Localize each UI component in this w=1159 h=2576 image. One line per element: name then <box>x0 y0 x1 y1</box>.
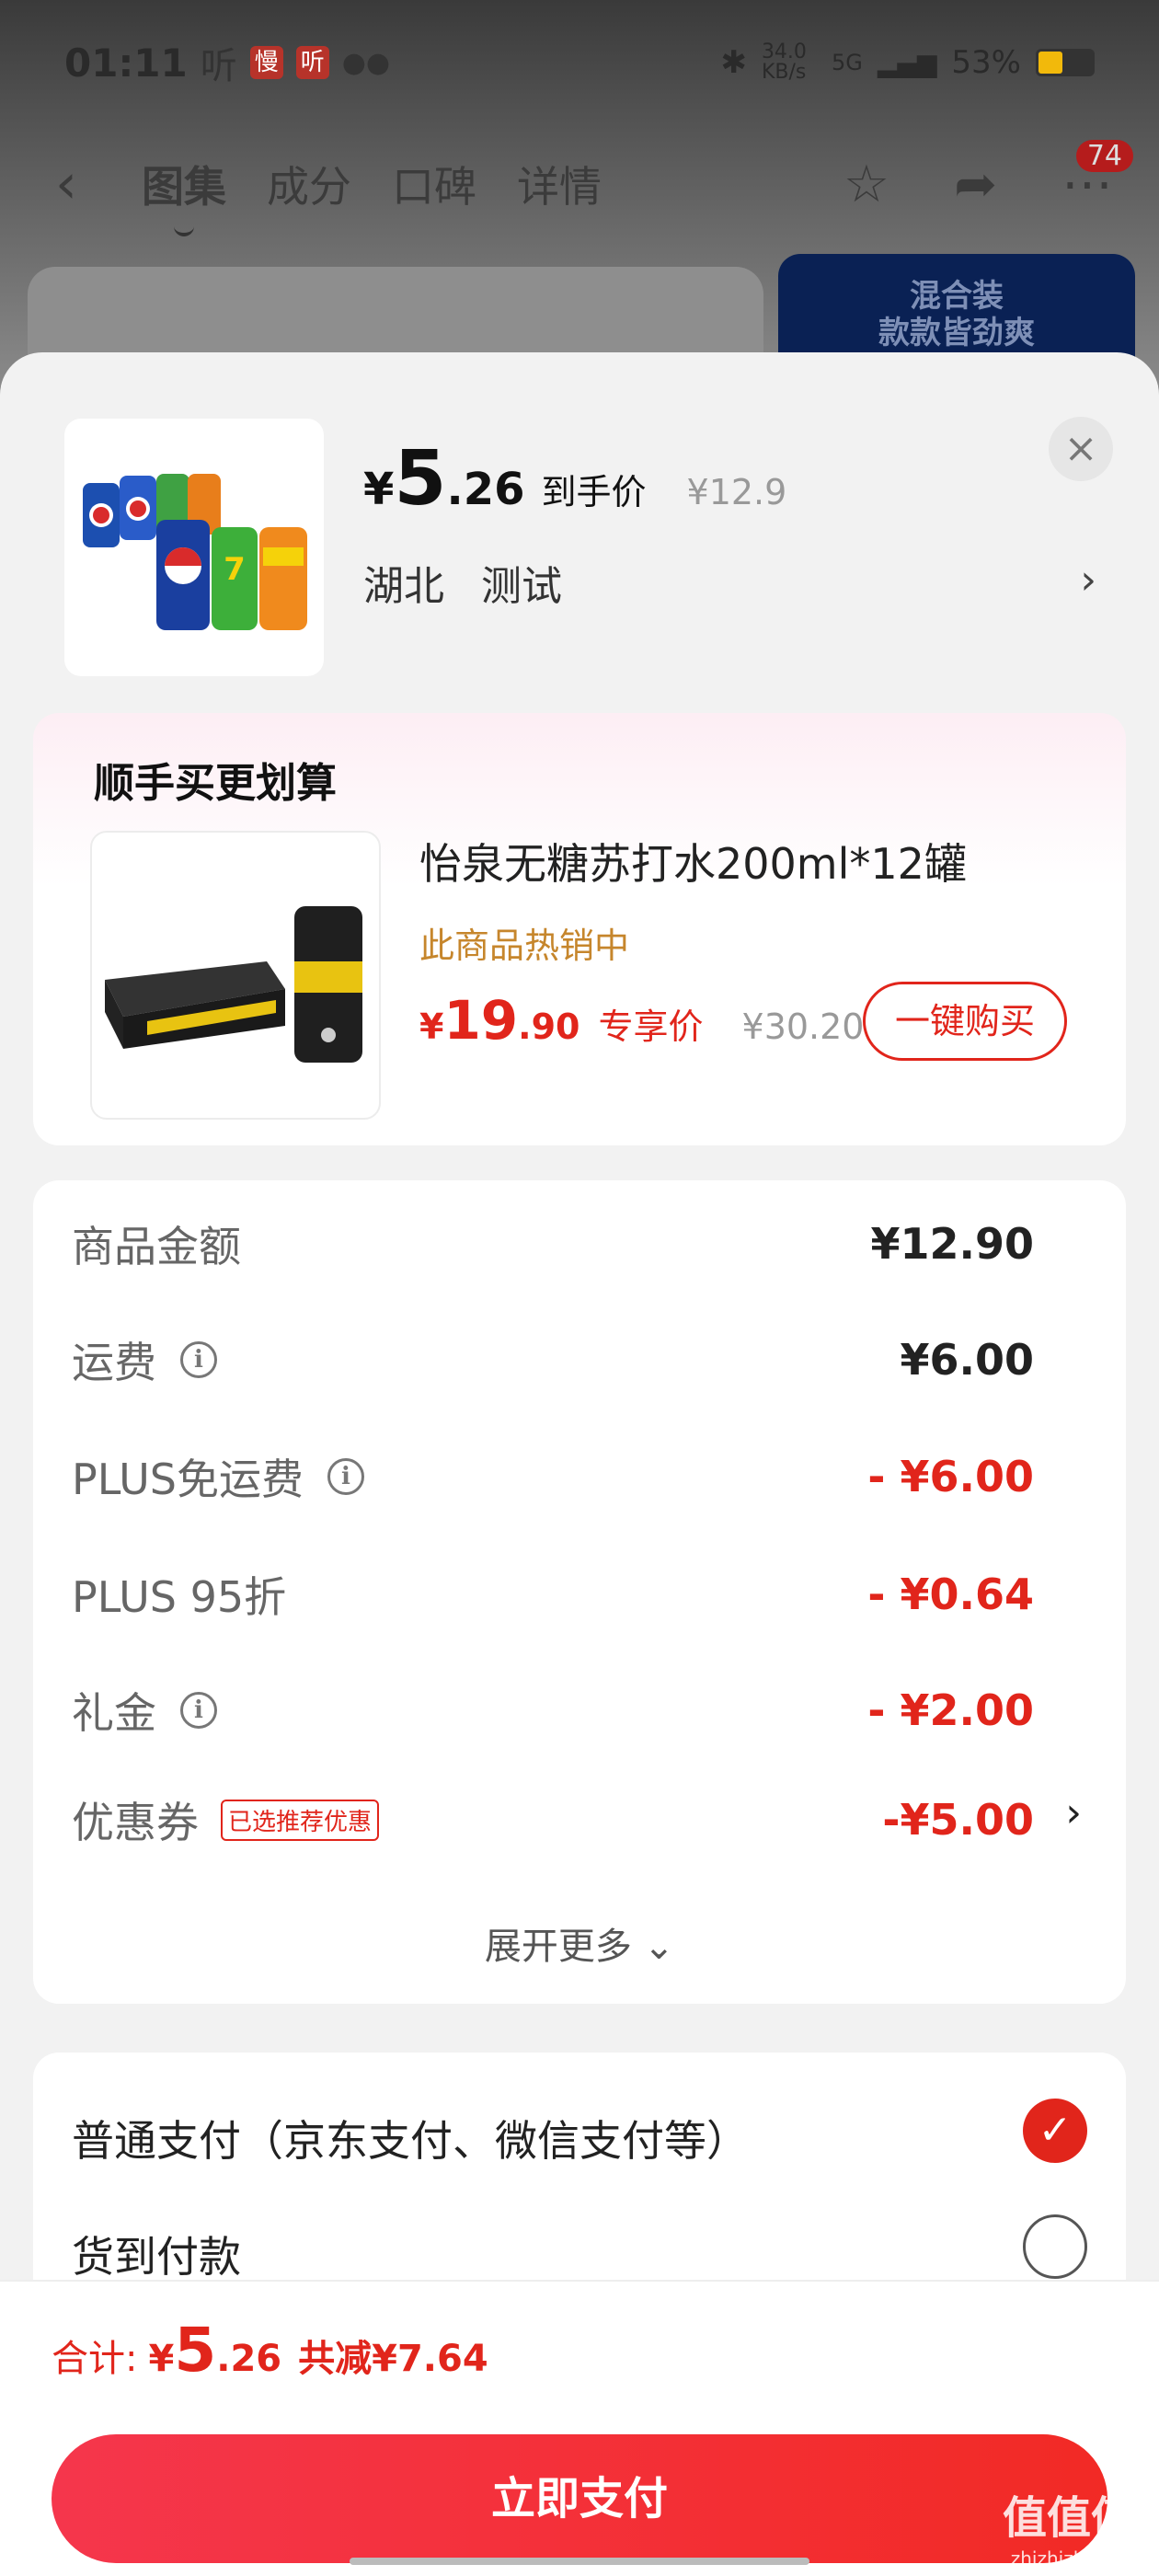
battery-percent: 53% <box>951 44 1021 81</box>
payment-option-cod[interactable]: 货到付款 <box>72 2224 241 2284</box>
upsell-product-image[interactable] <box>90 831 381 1120</box>
price-summary-card: 商品金额 ¥12.90 运费 i ¥6.00 PLUS免运费 i - ¥6.00 P… <box>33 1180 1126 2004</box>
total-saved: 共减¥7.64 <box>298 2338 488 2380</box>
total-label: 合计: <box>52 2338 138 2380</box>
expand-more-label: 展开更多 <box>484 1926 632 1968</box>
summary-label: 优惠券 <box>72 1798 199 1847</box>
summary-label: 运费 <box>72 1338 156 1387</box>
info-icon[interactable]: i <box>327 1458 364 1495</box>
price-integer: 5 <box>394 435 447 523</box>
svg-text:7: 7 <box>224 551 246 588</box>
tab-gallery[interactable]: 图集 <box>142 154 226 236</box>
checkmark-icon[interactable]: ✓ <box>1023 2099 1087 2163</box>
top-nav: ‹ 图集 成分 口碑 详情 ☆ ➦ ⋯ 74 <box>55 139 1133 236</box>
banner-line1: 混合装 <box>910 278 1004 315</box>
exclusive-price-label: 专享价 <box>598 1006 704 1047</box>
price-label: 到手价 <box>541 472 647 512</box>
summary-value: - ¥0.64 <box>867 1570 1034 1619</box>
summary-label: PLUS免运费 <box>72 1455 304 1504</box>
upsell-price: ¥ 19 .90 专享价 ¥30.20 <box>419 989 864 1052</box>
summary-label: 商品金额 <box>72 1222 241 1271</box>
upsell-product-name[interactable]: 怡泉无糖苏打水200ml*12罐 <box>419 831 967 891</box>
total-price: 合计: ¥ 5 .26 共减¥7.64 <box>52 2315 488 2386</box>
summary-row-subtotal: 商品金额 ¥12.90 <box>72 1212 1034 1276</box>
summary-row-plus-discount: PLUS 95折 - ¥0.64 <box>72 1562 1034 1627</box>
status-time: 01:11 <box>64 40 188 86</box>
expand-more-button[interactable]: 展开更多 ⌄ <box>33 1916 1126 1970</box>
signal-icon: ▂▄▆ <box>877 47 937 78</box>
one-click-buy-button[interactable]: 一键购买 <box>863 982 1067 1061</box>
payment-option-standard[interactable]: 普通支付（京东支付、微信支付等） <box>72 2108 749 2168</box>
favorite-star-icon[interactable]: ☆ <box>843 155 889 214</box>
signal-label: 5G <box>831 50 863 75</box>
price-decimal: .90 <box>518 1006 580 1047</box>
summary-row-coupon[interactable]: 优惠券 已选推荐优惠 -¥5.00 <box>72 1788 1034 1852</box>
upsell-card: 顺手买更划算 怡泉无糖苏打水200ml*12罐 此商品热销中 ¥ 19 .90 … <box>33 713 1126 1145</box>
tab-reviews[interactable]: 口碑 <box>392 154 476 214</box>
original-price: ¥12.9 <box>686 472 787 512</box>
price-integer: 19 <box>443 989 519 1052</box>
battery-icon <box>1036 49 1095 76</box>
upsell-original-price: ¥30.20 <box>741 1006 865 1047</box>
app-notification-icon: 慢 <box>249 46 283 79</box>
share-icon[interactable]: ➦ <box>954 155 997 214</box>
banner-line2: 款款皆劲爽 <box>878 315 1035 351</box>
wechat-icon: ●● <box>341 46 391 79</box>
currency-symbol: ¥ <box>363 464 395 515</box>
close-icon[interactable]: × <box>1049 417 1113 481</box>
chevron-down-icon: ⌄ <box>643 1926 675 1968</box>
summary-row-gift-credit: 礼金 i - ¥2.00 <box>72 1678 1034 1742</box>
currency-symbol: ¥ <box>419 1006 444 1047</box>
watermark-site: zhizhizhi.com <box>1010 2547 1135 2570</box>
recommended-coupon-tag: 已选推荐优惠 <box>221 1799 380 1841</box>
summary-row-shipping: 运费 i ¥6.00 <box>72 1328 1034 1392</box>
payment-method-card: 普通支付（京东支付、微信支付等） ✓ 货到付款 <box>33 2053 1126 2292</box>
tab-details[interactable]: 详情 <box>517 154 602 214</box>
back-arrow-icon[interactable]: ‹ <box>55 152 77 216</box>
total-integer: 5 <box>174 2315 217 2386</box>
summary-label: 礼金 <box>72 1688 156 1738</box>
summary-value: - ¥2.00 <box>867 1685 1034 1735</box>
bluetooth-icon: ✱ <box>720 44 747 81</box>
upsell-title: 顺手买更划算 <box>94 760 337 807</box>
info-icon[interactable]: i <box>180 1692 217 1729</box>
tab-ingredients[interactable]: 成分 <box>267 154 351 214</box>
summary-value: ¥6.00 <box>900 1335 1034 1385</box>
summary-label: PLUS 95折 <box>72 1572 287 1622</box>
home-indicator[interactable] <box>350 2558 809 2565</box>
message-count-badge: 74 <box>1075 139 1133 172</box>
watermark-text: 值值值 <box>1002 2492 1135 2544</box>
delivery-address[interactable]: 湖北 测试 <box>363 553 586 612</box>
address-region: 湖北 <box>363 563 444 610</box>
status-app-label: 听 <box>200 45 237 87</box>
chevron-right-icon[interactable]: › <box>1080 557 1096 604</box>
info-icon[interactable]: i <box>180 1341 217 1378</box>
radio-button[interactable] <box>1023 2214 1087 2279</box>
price-decimal: .26 <box>446 464 525 515</box>
watermark: 值值值 zhizhizhi.com <box>1003 2496 1135 2576</box>
address-detail: 测试 <box>481 563 562 610</box>
summary-value: -¥5.00 <box>882 1795 1034 1845</box>
chevron-right-icon[interactable]: › <box>1065 1789 1082 1836</box>
status-bar: 01:11 听 慢 听 ●● ✱ 34.0 KB/s 5G ▂▄▆ 53% <box>64 37 1095 88</box>
app-notification-icon: 听 <box>295 46 329 79</box>
currency-symbol: ¥ <box>148 2338 175 2380</box>
final-price: ¥ 5 .26 到手价 ¥12.9 <box>363 435 786 523</box>
product-image: 7 <box>64 419 324 676</box>
summary-value: ¥12.90 <box>870 1219 1034 1269</box>
checkout-sheet: 7 ¥ 5 .26 到手价 ¥12.9 湖北 测试 › × 顺手买更划算 怡泉无… <box>0 352 1159 2576</box>
pay-now-button[interactable]: 立即支付 <box>52 2434 1107 2563</box>
hot-sale-label: 此商品热销中 <box>419 926 630 966</box>
network-speed: 34.0 KB/s <box>761 40 807 84</box>
summary-row-plus-free-shipping: PLUS免运费 i - ¥6.00 <box>72 1444 1034 1509</box>
checkout-footer: 合计: ¥ 5 .26 共减¥7.64 立即支付 <box>0 2280 1159 2576</box>
total-decimal: .26 <box>216 2338 282 2380</box>
summary-value: - ¥6.00 <box>867 1452 1034 1501</box>
